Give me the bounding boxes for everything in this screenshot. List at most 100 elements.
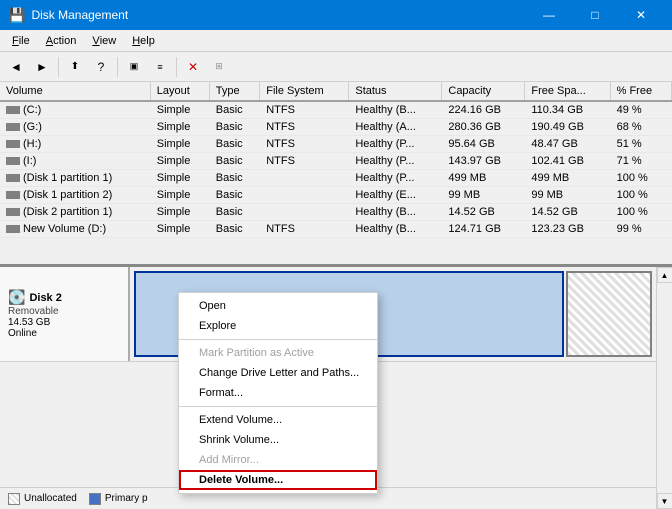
table-cell: New Volume (D:): [0, 221, 150, 238]
list-button[interactable]: ≡: [148, 55, 172, 79]
disk-status: Online: [8, 328, 120, 339]
app-icon: 💾: [8, 7, 25, 24]
table-cell: Basic: [209, 101, 259, 119]
ctx-open[interactable]: Open: [179, 296, 377, 316]
table-cell: Healthy (E...: [349, 187, 442, 204]
row-indicator-icon: [6, 208, 20, 216]
table-cell: 99 MB: [442, 187, 525, 204]
legend-label-unallocated: Unallocated: [24, 493, 77, 504]
table-cell: 99 MB: [525, 187, 610, 204]
disk-size: 14.53 GB: [8, 317, 120, 328]
map-button[interactable]: ▣: [122, 55, 146, 79]
table-cell: 14.52 GB: [442, 204, 525, 221]
table-cell: Healthy (B...: [349, 204, 442, 221]
ctx-delete-volume[interactable]: Delete Volume...: [179, 470, 377, 490]
properties-button[interactable]: ⊞: [207, 55, 231, 79]
table-cell: [260, 170, 349, 187]
table-row[interactable]: (Disk 1 partition 1)SimpleBasicHealthy (…: [0, 170, 672, 187]
scroll-down-arrow[interactable]: ▼: [657, 493, 672, 509]
table-cell: 110.34 GB: [525, 101, 610, 119]
table-cell: Simple: [150, 187, 209, 204]
disk-name: Disk 2: [29, 292, 61, 304]
table-cell: Simple: [150, 170, 209, 187]
disk-type: Removable: [8, 306, 120, 317]
ctx-explore[interactable]: Explore: [179, 316, 377, 336]
ctx-extend[interactable]: Extend Volume...: [179, 410, 377, 430]
table-row[interactable]: (C:)SimpleBasicNTFSHealthy (B...224.16 G…: [0, 101, 672, 119]
table-cell: [260, 187, 349, 204]
ctx-shrink[interactable]: Shrink Volume...: [179, 430, 377, 450]
table-cell: 123.23 GB: [525, 221, 610, 238]
table-cell: NTFS: [260, 153, 349, 170]
col-freepct[interactable]: % Free: [610, 82, 671, 101]
close-button[interactable]: ✕: [618, 0, 664, 30]
table-cell: Basic: [209, 136, 259, 153]
table-row[interactable]: (Disk 1 partition 2)SimpleBasicHealthy (…: [0, 187, 672, 204]
up-button[interactable]: ⬆: [63, 55, 87, 79]
col-volume[interactable]: Volume: [0, 82, 150, 101]
ctx-add-mirror: Add Mirror...: [179, 450, 377, 470]
table-cell: 224.16 GB: [442, 101, 525, 119]
table-cell: 499 MB: [442, 170, 525, 187]
row-indicator-icon: [6, 174, 20, 182]
menu-bar: File Action View Help: [0, 30, 672, 52]
table-cell: NTFS: [260, 136, 349, 153]
col-layout[interactable]: Layout: [150, 82, 209, 101]
menu-help[interactable]: Help: [124, 30, 163, 51]
disk-scroll-content: 💽 Disk 2 Removable 14.53 GB Online 14.52…: [0, 267, 656, 509]
table-cell: 100 %: [610, 170, 671, 187]
menu-action[interactable]: Action: [38, 30, 85, 51]
menu-file[interactable]: File: [4, 30, 38, 51]
table-cell: Healthy (P...: [349, 136, 442, 153]
table-cell: Basic: [209, 170, 259, 187]
table-cell: Basic: [209, 221, 259, 238]
col-type[interactable]: Type: [209, 82, 259, 101]
table-cell: (C:): [0, 101, 150, 119]
scroll-up-arrow[interactable]: ▲: [657, 267, 672, 283]
context-menu: Open Explore Mark Partition as Active Ch…: [178, 292, 378, 494]
table-cell: NTFS: [260, 221, 349, 238]
partition-unallocated[interactable]: [566, 271, 652, 357]
table-row[interactable]: (H:)SimpleBasicNTFSHealthy (P...95.64 GB…: [0, 136, 672, 153]
table-cell: 124.71 GB: [442, 221, 525, 238]
table-cell: Healthy (P...: [349, 170, 442, 187]
table-cell: Simple: [150, 119, 209, 136]
ctx-change-letter[interactable]: Change Drive Letter and Paths...: [179, 363, 377, 383]
maximize-button[interactable]: □: [572, 0, 618, 30]
row-indicator-icon: [6, 140, 20, 148]
toolbar-separator-3: [176, 57, 177, 77]
table-row[interactable]: (G:)SimpleBasicNTFSHealthy (A...280.36 G…: [0, 119, 672, 136]
disk-icon: 💽: [8, 289, 25, 306]
back-button[interactable]: ◄: [4, 55, 28, 79]
window-title: Disk Management: [31, 8, 520, 22]
col-capacity[interactable]: Capacity: [442, 82, 525, 101]
minimize-button[interactable]: —: [526, 0, 572, 30]
ctx-format[interactable]: Format...: [179, 383, 377, 403]
legend-unallocated: Unallocated: [8, 493, 77, 505]
delete-button[interactable]: ✕: [181, 55, 205, 79]
col-status[interactable]: Status: [349, 82, 442, 101]
col-filesystem[interactable]: File System: [260, 82, 349, 101]
menu-view[interactable]: View: [84, 30, 124, 51]
table-scroll[interactable]: Volume Layout Type File System Status Ca…: [0, 82, 672, 264]
disk-visual-area: 💽 Disk 2 Removable 14.53 GB Online 14.52…: [0, 267, 672, 509]
table-row[interactable]: (Disk 2 partition 1)SimpleBasicHealthy (…: [0, 204, 672, 221]
vertical-scrollbar[interactable]: ▲ ▼: [656, 267, 672, 509]
window-controls: — □ ✕: [526, 0, 664, 30]
table-cell: Basic: [209, 204, 259, 221]
table-row[interactable]: (I:)SimpleBasicNTFSHealthy (P...143.97 G…: [0, 153, 672, 170]
col-freespace[interactable]: Free Spa...: [525, 82, 610, 101]
table-row[interactable]: New Volume (D:)SimpleBasicNTFSHealthy (B…: [0, 221, 672, 238]
help-button[interactable]: ?: [89, 55, 113, 79]
volume-table-area: Volume Layout Type File System Status Ca…: [0, 82, 672, 267]
forward-button[interactable]: ►: [30, 55, 54, 79]
ctx-sep-1: [179, 339, 377, 340]
legend-box-unallocated: [8, 493, 20, 505]
toolbar: ◄ ► ⬆ ? ▣ ≡ ✕ ⊞: [0, 52, 672, 82]
legend-box-primary: [89, 493, 101, 505]
table-cell: (I:): [0, 153, 150, 170]
table-cell: 51 %: [610, 136, 671, 153]
toolbar-separator-2: [117, 57, 118, 77]
table-cell: Basic: [209, 187, 259, 204]
row-indicator-icon: [6, 225, 20, 233]
